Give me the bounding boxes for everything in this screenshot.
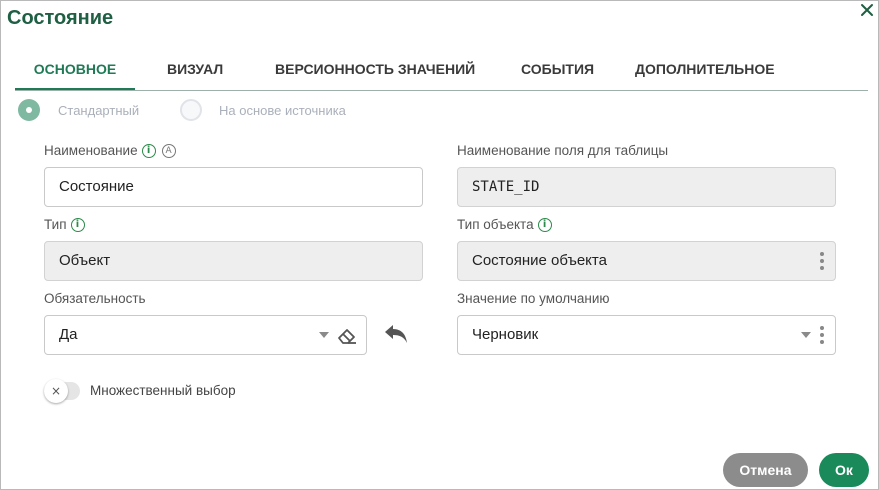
chevron-down-icon[interactable] xyxy=(801,332,811,338)
name-input[interactable]: Состояние xyxy=(44,167,423,207)
multiple-label: Множественный выбор xyxy=(90,383,236,398)
table-field-label: Наименование поля для таблицы xyxy=(457,143,669,158)
radio-source[interactable] xyxy=(180,99,202,121)
info-icon[interactable]: i xyxy=(537,218,552,233)
object-type-label: Тип объекта xyxy=(457,217,534,232)
table-field-input: STATE_ID xyxy=(457,167,836,207)
kebab-icon[interactable] xyxy=(820,252,824,270)
type-input: Объект xyxy=(44,241,423,281)
tab-main[interactable]: ОСНОВНОЕ xyxy=(15,59,135,90)
radio-standard[interactable] xyxy=(18,99,40,121)
tab-visual[interactable]: ВИЗУАЛ xyxy=(167,59,223,88)
tab-bar: ОСНОВНОЕ ВИЗУАЛ ВЕРСИОННОСТЬ ЗНАЧЕНИЙ СО… xyxy=(15,59,868,91)
default-select[interactable]: Черновик xyxy=(457,315,836,355)
kebab-icon[interactable] xyxy=(820,326,824,344)
ok-button[interactable]: Ок xyxy=(819,453,869,487)
dialog: Состояние ОСНОВНОЕ ВИЗУАЛ ВЕРСИОННОСТЬ З… xyxy=(0,0,879,490)
info-icon[interactable]: i xyxy=(70,218,85,233)
dialog-title: Состояние xyxy=(7,7,114,29)
info-icon[interactable]: i xyxy=(141,144,156,159)
tab-value-versioning[interactable]: ВЕРСИОННОСТЬ ЗНАЧЕНИЙ xyxy=(275,59,475,88)
undo-icon[interactable] xyxy=(383,323,409,345)
default-label: Значение по умолчанию xyxy=(457,291,610,306)
type-label: Тип xyxy=(44,217,67,232)
required-label: Обязательность xyxy=(44,291,146,306)
eraser-icon[interactable] xyxy=(336,324,358,346)
object-type-input[interactable]: Состояние объекта xyxy=(457,241,836,281)
object-type-label-row: Тип объекта i xyxy=(457,217,552,233)
name-label: Наименование xyxy=(44,143,138,158)
cancel-button[interactable]: Отмена xyxy=(723,453,808,487)
radio-source-label[interactable]: На основе источника xyxy=(219,103,346,118)
tab-additional[interactable]: ДОПОЛНИТЕЛЬНОЕ xyxy=(635,59,775,88)
chevron-down-icon[interactable] xyxy=(319,332,329,338)
auto-icon[interactable]: A xyxy=(161,144,176,159)
radio-standard-label[interactable]: Стандартный xyxy=(58,103,139,118)
close-icon[interactable] xyxy=(858,1,876,19)
type-label-row: Тип i xyxy=(44,217,85,233)
name-label-row: Наименование i A xyxy=(44,143,176,159)
x-icon: × xyxy=(44,379,68,403)
tab-events[interactable]: СОБЫТИЯ xyxy=(521,59,594,88)
multiple-toggle[interactable]: × xyxy=(44,379,80,403)
